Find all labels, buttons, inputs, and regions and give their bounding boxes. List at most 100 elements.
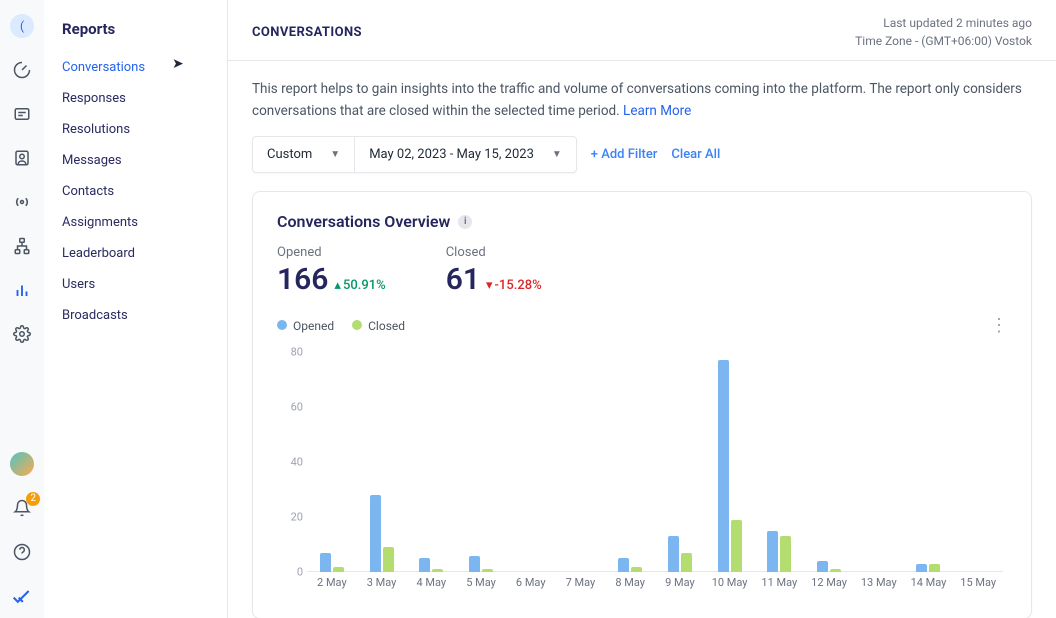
y-tick: 40 (277, 456, 303, 469)
chevron-down-icon: ▼ (330, 149, 340, 160)
bar-closed[interactable] (681, 553, 692, 572)
bar-opened[interactable] (419, 558, 430, 572)
bar-group (556, 352, 606, 572)
clear-all-button[interactable]: Clear All (671, 147, 720, 162)
x-label: 8 May (605, 576, 655, 594)
bar-opened[interactable] (370, 495, 381, 572)
broadcast-icon[interactable] (10, 190, 34, 214)
bar-closed[interactable] (432, 569, 443, 572)
bar-opened[interactable] (767, 531, 778, 572)
bar-group (854, 352, 904, 572)
user-avatar-small[interactable] (10, 452, 34, 476)
sidebar-item-leaderboard[interactable]: Leaderboard (56, 238, 215, 269)
bar-closed[interactable] (780, 536, 791, 572)
help-icon[interactable] (10, 540, 34, 564)
opened-label: Opened (277, 245, 386, 260)
opened-value: 166 (277, 262, 328, 297)
settings-icon[interactable] (10, 322, 34, 346)
x-label: 6 May (506, 576, 556, 594)
sidebar-item-resolutions[interactable]: Resolutions (56, 114, 215, 145)
bar-opened[interactable] (718, 360, 729, 572)
x-label: 12 May (804, 576, 854, 594)
bar-group (307, 352, 357, 572)
closed-delta: ▾-15.28% (486, 278, 542, 293)
arrow-up-icon: ▴ (334, 278, 341, 293)
bar-opened[interactable] (320, 553, 331, 572)
bar-closed[interactable] (383, 547, 394, 572)
info-icon[interactable]: i (458, 215, 472, 229)
sidebar-item-conversations[interactable]: Conversations (56, 52, 215, 83)
bar-group (705, 352, 755, 572)
sidebar-item-contacts[interactable]: Contacts (56, 176, 215, 207)
reports-icon[interactable] (10, 278, 34, 302)
checkmark-icon[interactable] (10, 584, 34, 608)
closed-label: Closed (446, 245, 542, 260)
bar-closed[interactable] (731, 520, 742, 572)
sidebar: Reports ConversationsResponsesResolution… (44, 0, 228, 618)
x-label: 11 May (754, 576, 804, 594)
page-title: CONVERSATIONS (252, 25, 362, 40)
x-label: 9 May (655, 576, 705, 594)
sidebar-item-messages[interactable]: Messages (56, 145, 215, 176)
bar-group (506, 352, 556, 572)
sidebar-item-responses[interactable]: Responses (56, 83, 215, 114)
chevron-down-icon: ▼ (552, 149, 562, 160)
bar-closed[interactable] (482, 569, 493, 572)
learn-more-link[interactable]: Learn More (623, 103, 691, 119)
timezone-text: Time Zone - (GMT+06:00) Vostok (855, 32, 1032, 50)
conversations-overview-card: Conversations Overview i Opened 166 ▴50.… (252, 191, 1032, 618)
bar-group (406, 352, 456, 572)
workflow-icon[interactable] (10, 234, 34, 258)
conversations-chart: 020406080 2 May3 May4 May5 May6 May7 May… (277, 344, 1007, 594)
x-label: 7 May (556, 576, 606, 594)
x-label: 15 May (953, 576, 1003, 594)
dashboard-icon[interactable] (10, 58, 34, 82)
contacts-icon[interactable] (10, 146, 34, 170)
bar-group (357, 352, 407, 572)
last-updated-text: Last updated 2 minutes ago (855, 14, 1032, 32)
x-label: 13 May (854, 576, 904, 594)
bar-closed[interactable] (631, 567, 642, 573)
bar-opened[interactable] (668, 536, 679, 572)
bar-group (804, 352, 854, 572)
bar-group (456, 352, 506, 572)
topbar: CONVERSATIONS Last updated 2 minutes ago… (228, 0, 1056, 61)
y-tick: 60 (277, 401, 303, 414)
chart-menu-icon[interactable]: ⋮ (990, 315, 1007, 336)
opened-delta: ▴50.91% (334, 278, 385, 293)
bar-opened[interactable] (618, 558, 629, 572)
filters-row: Custom▼ May 02, 2023 - May 15, 2023▼ + A… (252, 136, 1032, 173)
sidebar-title: Reports (56, 20, 215, 38)
page-description: This report helps to gain insights into … (252, 79, 1032, 122)
date-range-select[interactable]: May 02, 2023 - May 15, 2023▼ (355, 137, 576, 172)
sidebar-item-broadcasts[interactable]: Broadcasts (56, 300, 215, 331)
x-label: 4 May (406, 576, 456, 594)
messages-icon[interactable] (10, 102, 34, 126)
y-tick: 0 (277, 566, 303, 579)
bar-group (655, 352, 705, 572)
workspace-avatar[interactable]: ( (10, 14, 34, 38)
iconbar: ( 2 (0, 0, 44, 618)
x-label: 2 May (307, 576, 357, 594)
arrow-down-icon: ▾ (486, 278, 493, 293)
bar-closed[interactable] (333, 567, 344, 573)
x-label: 14 May (904, 576, 954, 594)
y-tick: 80 (277, 346, 303, 359)
range-type-select[interactable]: Custom▼ (253, 137, 355, 172)
bar-opened[interactable] (817, 561, 828, 572)
bar-group (953, 352, 1003, 572)
notification-badge: 2 (26, 492, 40, 506)
bar-opened[interactable] (916, 564, 927, 572)
add-filter-button[interactable]: + Add Filter (591, 147, 658, 162)
notifications-icon[interactable]: 2 (10, 496, 34, 520)
bar-group (605, 352, 655, 572)
sidebar-item-assignments[interactable]: Assignments (56, 207, 215, 238)
sidebar-item-users[interactable]: Users (56, 269, 215, 300)
main: CONVERSATIONS Last updated 2 minutes ago… (228, 0, 1056, 618)
closed-value: 61 (446, 262, 480, 297)
bar-closed[interactable] (830, 569, 841, 572)
x-label: 5 May (456, 576, 506, 594)
legend-opened: Opened (277, 319, 334, 333)
bar-opened[interactable] (469, 556, 480, 573)
bar-closed[interactable] (929, 564, 940, 572)
